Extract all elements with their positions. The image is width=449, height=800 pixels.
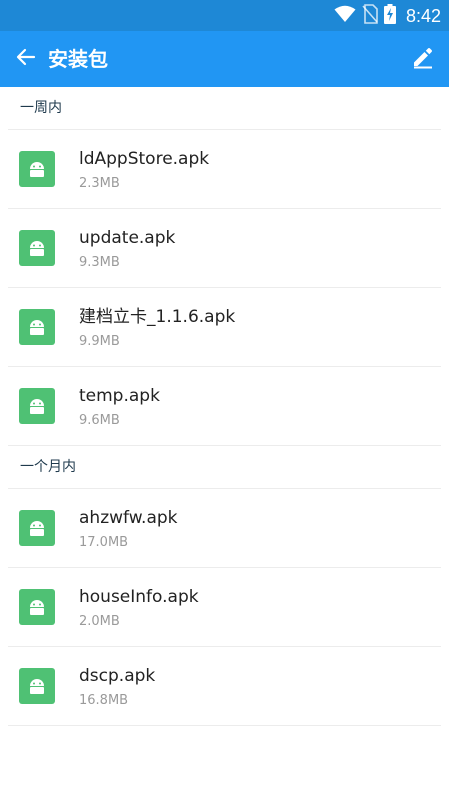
list-item[interactable]: ldAppStore.apk 2.3MB — [8, 130, 441, 208]
list-item[interactable]: 建档立卡_1.1.6.apk 9.9MB — [8, 287, 441, 366]
file-name: temp.apk — [79, 386, 160, 406]
wifi-icon — [334, 5, 356, 27]
section-header: 一周内 — [20, 100, 62, 116]
android-apk-icon — [19, 589, 55, 625]
pencil-icon — [411, 45, 435, 73]
file-size: 16.8MB — [79, 693, 129, 708]
file-name: dscp.apk — [79, 666, 156, 686]
list-item[interactable]: temp.apk 9.6MB — [8, 366, 441, 446]
list-item[interactable]: houseInfo.apk 2.0MB — [8, 567, 441, 646]
section-header: 一个月内 — [20, 459, 76, 475]
android-apk-icon — [19, 668, 55, 704]
file-size: 9.6MB — [79, 413, 120, 428]
file-size: 2.0MB — [79, 614, 120, 629]
arrow-left-icon — [16, 47, 36, 71]
back-button[interactable] — [12, 45, 40, 73]
battery-charging-icon — [383, 4, 396, 28]
file-name: ahzwfw.apk — [79, 508, 178, 528]
edit-button[interactable] — [409, 45, 437, 73]
android-apk-icon — [19, 510, 55, 546]
file-size: 2.3MB — [79, 176, 120, 191]
list-item[interactable]: ahzwfw.apk 17.0MB — [8, 489, 441, 567]
status-bar: 8:42 — [0, 0, 449, 31]
list-item[interactable]: update.apk 9.3MB — [8, 208, 441, 287]
file-size: 9.9MB — [79, 334, 120, 349]
list-item[interactable]: dscp.apk 16.8MB — [8, 646, 441, 726]
file-name: 建档立卡_1.1.6.apk — [79, 307, 236, 327]
android-apk-icon — [19, 388, 55, 424]
android-apk-icon — [19, 151, 55, 187]
android-apk-icon — [19, 309, 55, 345]
status-icons: 8:42 — [334, 4, 441, 28]
file-size: 9.3MB — [79, 255, 120, 270]
android-apk-icon — [19, 230, 55, 266]
file-size: 17.0MB — [79, 535, 129, 550]
app-bar: 安装包 — [0, 31, 449, 87]
file-name: houseInfo.apk — [79, 587, 199, 607]
file-list: 一周内 ldAppStore.apk 2.3MB update.apk 9.3M… — [0, 87, 449, 726]
file-name: ldAppStore.apk — [79, 149, 210, 169]
file-name: update.apk — [79, 228, 176, 248]
no-sim-icon — [362, 4, 378, 28]
status-time: 8:42 — [405, 5, 441, 26]
page-title: 安装包 — [48, 47, 108, 71]
